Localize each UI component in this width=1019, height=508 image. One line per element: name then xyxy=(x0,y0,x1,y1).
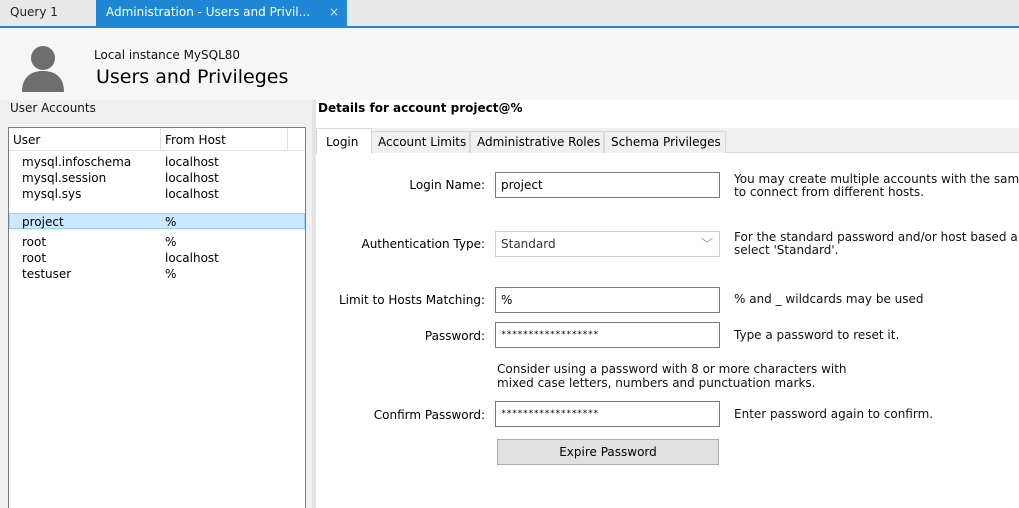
auth-type-select[interactable]: Standard ﹀ xyxy=(495,231,720,257)
row-host: localhost xyxy=(165,155,219,169)
list-item-selected[interactable]: project% xyxy=(9,213,305,229)
auth-type-value: Standard xyxy=(501,237,556,251)
confirm-password-hint: Enter password again to confirm. xyxy=(734,407,934,421)
password-note: Consider using a password with 8 or more… xyxy=(497,362,847,390)
hosts-matching-hint: % and _ wildcards may be used xyxy=(734,292,924,306)
row-user: root xyxy=(22,251,47,265)
tab-label: Query 1 xyxy=(10,5,58,19)
user-accounts-list[interactable]: User From Host mysql.infoschema localhost… xyxy=(8,127,306,508)
document-tab-strip: Query 1 Administration - Users and Privi… xyxy=(0,0,1019,28)
hosts-matching-label: Limit to Hosts Matching: xyxy=(338,293,485,307)
column-divider[interactable] xyxy=(287,128,288,150)
note-line: mixed case letters, numbers and punctuat… xyxy=(497,376,816,390)
close-icon[interactable]: × xyxy=(329,0,339,24)
expire-password-button[interactable]: Expire Password xyxy=(497,439,719,465)
chevron-down-icon: ﹀ xyxy=(700,237,713,251)
auth-type-label: Authentication Type: xyxy=(361,237,485,251)
row-host: % xyxy=(165,235,177,249)
page-title: Users and Privileges xyxy=(96,66,289,88)
row-user: mysql.infoschema xyxy=(22,155,132,169)
password-label: Password: xyxy=(424,329,485,343)
row-user: testuser xyxy=(22,267,72,281)
tab-schema-privileges[interactable]: Schema Privileges xyxy=(604,131,726,153)
tab-label: Administration - Users and Privil... xyxy=(106,5,311,19)
row-host: % xyxy=(165,215,177,229)
list-header: User From Host xyxy=(9,128,305,151)
list-item[interactable]: mysql.infoschema localhost xyxy=(9,154,305,170)
row-host: localhost xyxy=(165,187,219,201)
row-user: mysql.sys xyxy=(22,187,82,201)
user-avatar-icon xyxy=(22,46,64,92)
tab-administration-users[interactable]: Administration - Users and Privil... × xyxy=(96,0,347,26)
column-header-from-host[interactable]: From Host xyxy=(165,133,226,147)
row-host: localhost xyxy=(165,251,219,265)
tab-account-limits[interactable]: Account Limits xyxy=(371,131,470,153)
hint-line: to connect from different hosts. xyxy=(734,185,925,199)
row-host: % xyxy=(165,267,177,281)
auth-type-hint: For the standard password and/or host ba… xyxy=(734,231,1018,257)
login-name-input[interactable]: project xyxy=(495,172,720,198)
confirm-password-label: Confirm Password: xyxy=(373,408,485,422)
list-item[interactable]: mysql.session localhost xyxy=(9,170,305,186)
list-item[interactable]: root% xyxy=(9,234,305,250)
user-accounts-label: User Accounts xyxy=(10,101,96,115)
tab-administrative-roles[interactable]: Administrative Roles xyxy=(470,131,604,153)
login-name-hint: You may create multiple accounts with th… xyxy=(734,173,1019,199)
list-item[interactable]: mysql.sys localhost xyxy=(9,186,305,202)
hosts-matching-input[interactable]: % xyxy=(495,287,720,313)
password-hint: Type a password to reset it. xyxy=(734,328,900,342)
tab-login[interactable]: Login xyxy=(316,128,372,154)
hint-line: select 'Standard'. xyxy=(734,243,839,257)
column-divider[interactable] xyxy=(160,128,161,150)
tab-query-1[interactable]: Query 1 xyxy=(0,0,96,26)
row-user: root xyxy=(22,235,47,249)
confirm-password-input[interactable]: ****************** xyxy=(495,401,720,427)
details-title: Details for account project@% xyxy=(318,101,523,115)
row-host: localhost xyxy=(165,171,219,185)
row-user: project xyxy=(22,215,64,229)
login-name-label: Login Name: xyxy=(409,178,485,192)
password-input[interactable]: ****************** xyxy=(495,322,720,348)
page-header xyxy=(0,28,1019,100)
column-header-user[interactable]: User xyxy=(13,133,40,147)
row-user: mysql.session xyxy=(22,171,107,185)
instance-label: Local instance MySQL80 xyxy=(94,48,241,62)
list-item[interactable]: testuser% xyxy=(9,266,305,282)
list-item[interactable]: root localhost xyxy=(9,250,305,266)
note-line: Consider using a password with 8 or more… xyxy=(497,362,847,376)
